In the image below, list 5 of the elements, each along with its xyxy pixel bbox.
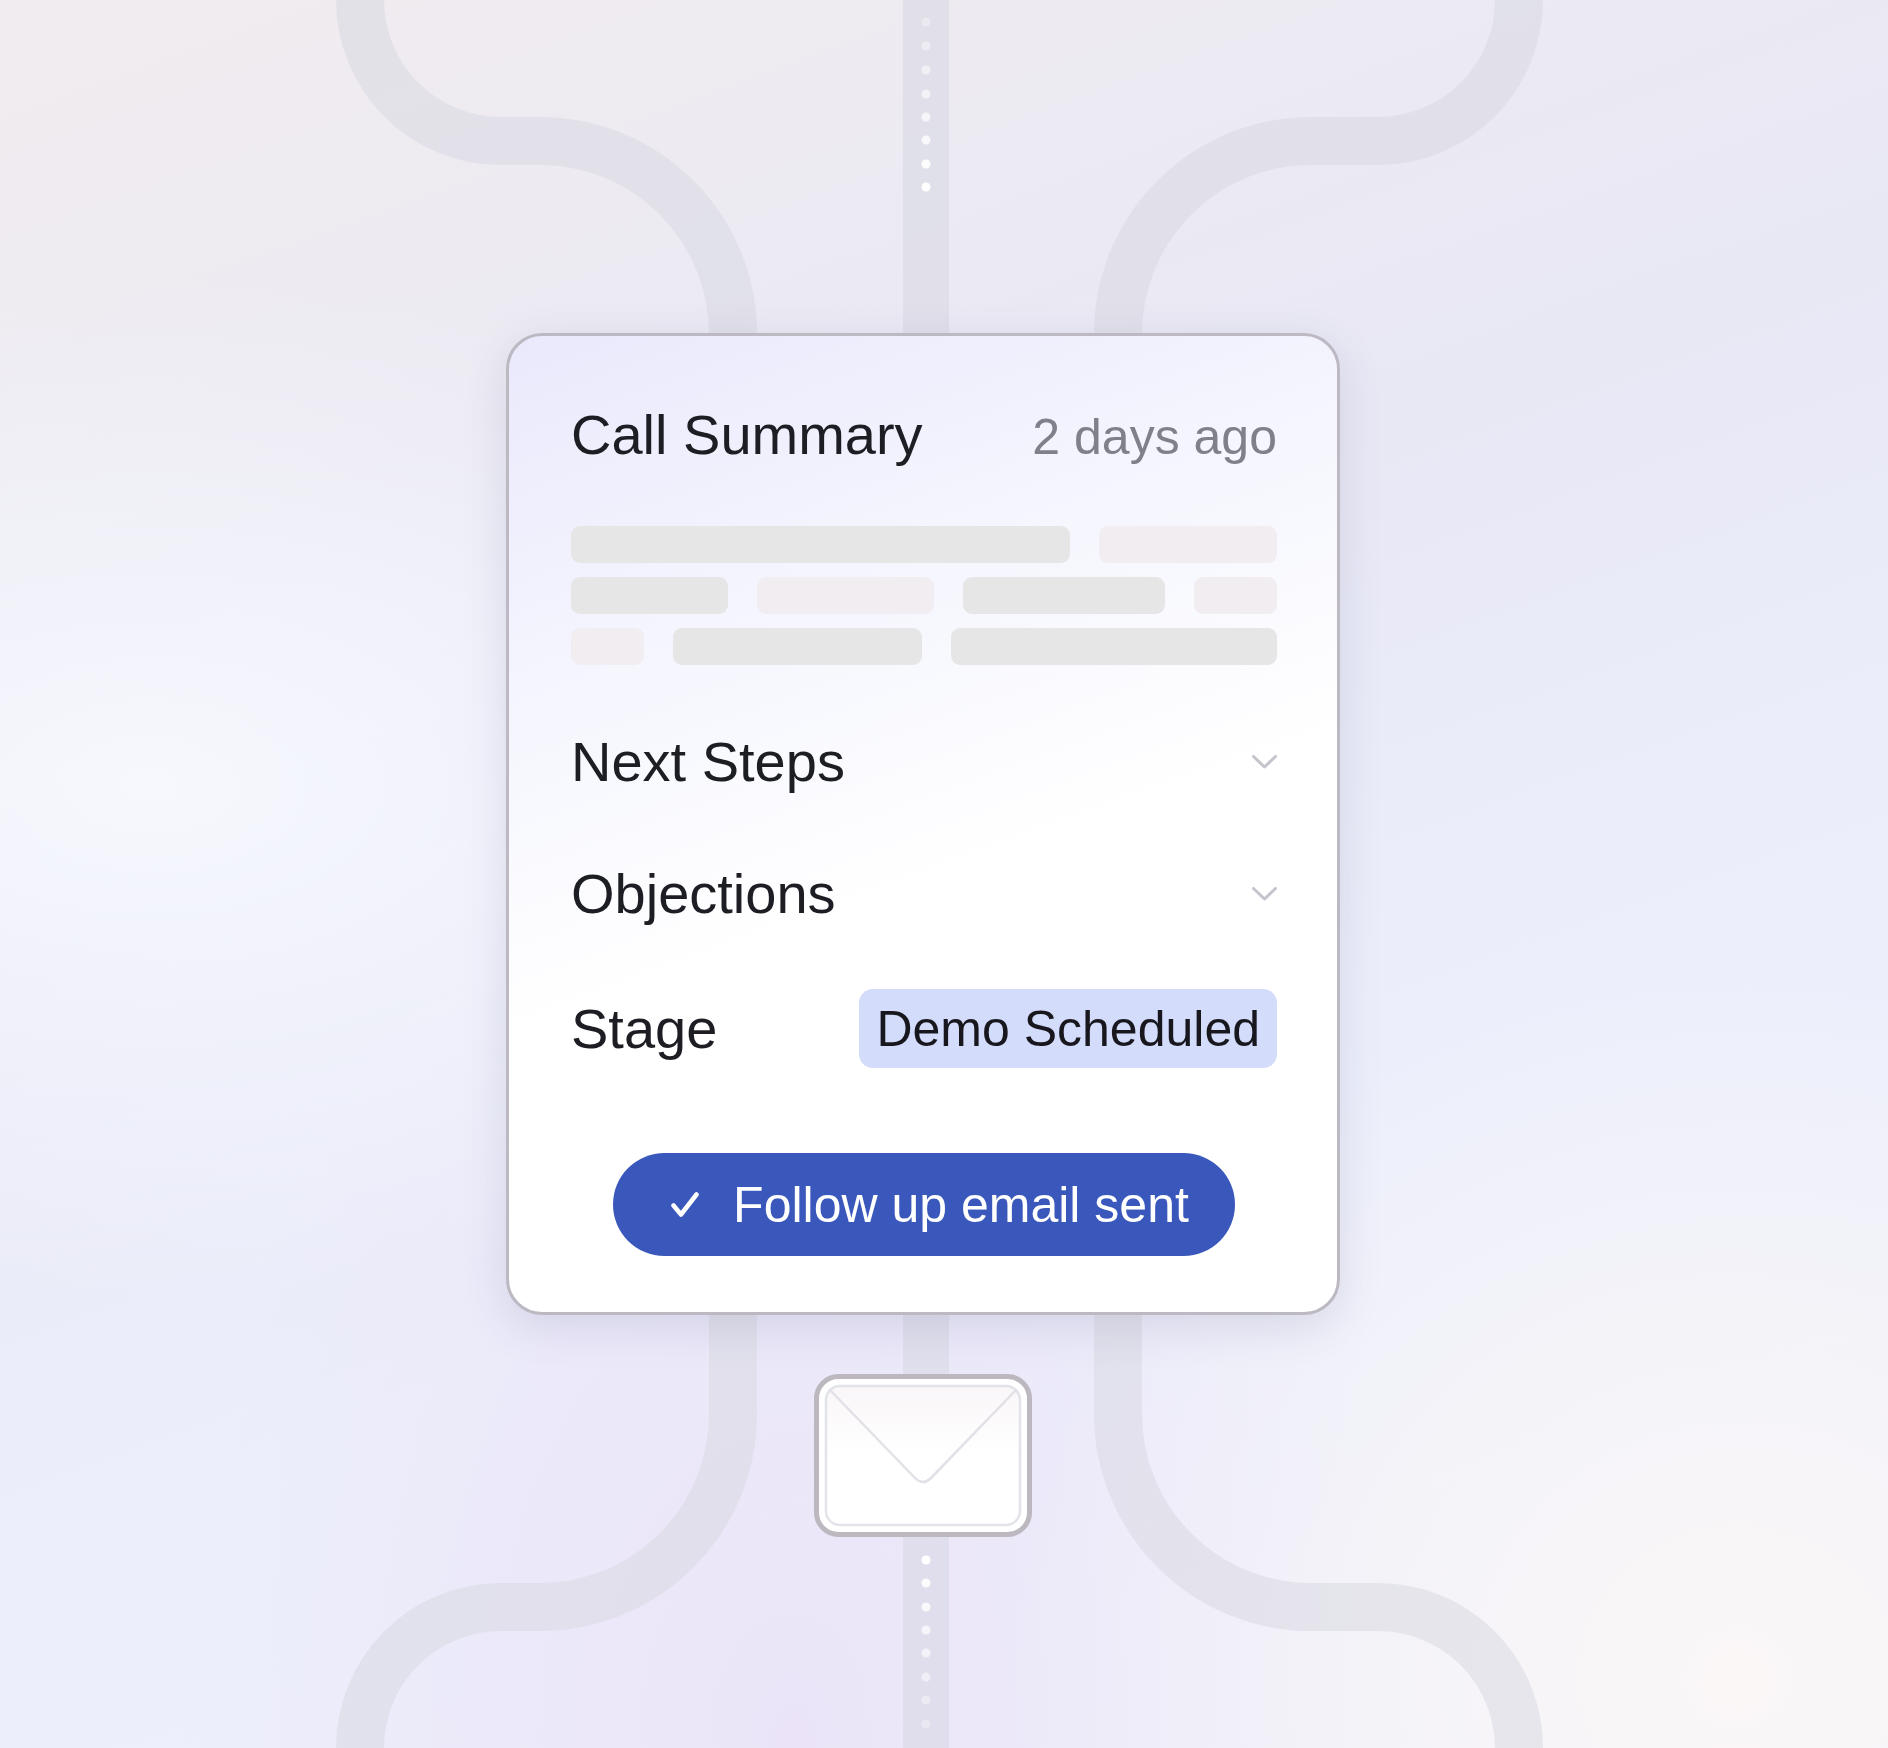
envelope-icon <box>814 1374 1032 1537</box>
follow-up-status-button[interactable]: Follow up email sent <box>613 1153 1235 1256</box>
connector-track <box>903 1314 949 1376</box>
timestamp: 2 days ago <box>1032 412 1277 462</box>
stage-tag: Demo Scheduled <box>859 989 1277 1068</box>
